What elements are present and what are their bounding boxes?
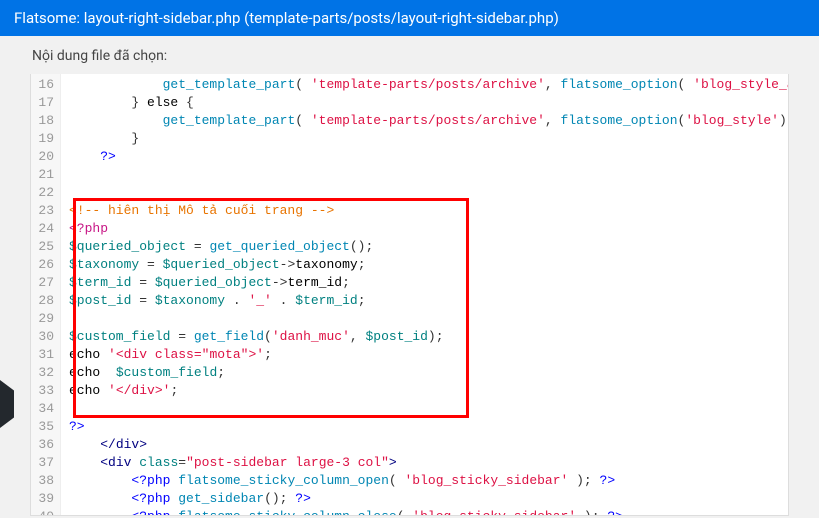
code-line[interactable]: [69, 400, 789, 418]
code-line[interactable]: $custom_field = get_field('danh_muc', $p…: [69, 328, 789, 346]
line-number: 17: [35, 94, 54, 112]
line-number: 34: [35, 400, 54, 418]
line-number: 29: [35, 310, 54, 328]
code-line[interactable]: [69, 310, 789, 328]
code-line[interactable]: $post_id = $taxonomy . '_' . $term_id;: [69, 292, 789, 310]
code-line[interactable]: <?php flatsome_sticky_column_open( 'blog…: [69, 472, 789, 490]
line-number: 38: [35, 472, 54, 490]
code-body[interactable]: get_template_part( 'template-parts/posts…: [61, 74, 789, 516]
line-number: 24: [35, 220, 54, 238]
code-line[interactable]: get_template_part( 'template-parts/posts…: [69, 76, 789, 94]
line-number: 28: [35, 292, 54, 310]
code-line[interactable]: $term_id = $queried_object->term_id;: [69, 274, 789, 292]
line-number: 23: [35, 202, 54, 220]
line-number: 27: [35, 274, 54, 292]
code-line[interactable]: <div class="post-sidebar large-3 col">: [69, 454, 789, 472]
line-number: 30: [35, 328, 54, 346]
code-line[interactable]: $queried_object = get_queried_object();: [69, 238, 789, 256]
code-line[interactable]: [69, 184, 789, 202]
line-number: 19: [35, 130, 54, 148]
line-number: 39: [35, 490, 54, 508]
line-number: 40: [35, 508, 54, 516]
line-number: 37: [35, 454, 54, 472]
line-number: 36: [35, 436, 54, 454]
code-line[interactable]: echo '<div class="mota">';: [69, 346, 789, 364]
code-line[interactable]: <?php get_sidebar(); ?>: [69, 490, 789, 508]
code-line[interactable]: $taxonomy = $queried_object->taxonomy;: [69, 256, 789, 274]
line-number: 16: [35, 76, 54, 94]
line-number: 25: [35, 238, 54, 256]
code-line[interactable]: ?>: [69, 148, 789, 166]
code-line[interactable]: ?>: [69, 418, 789, 436]
code-line[interactable]: <?php: [69, 220, 789, 238]
code-line[interactable]: [69, 166, 789, 184]
line-number: 20: [35, 148, 54, 166]
code-line[interactable]: <?php flatsome_sticky_column_close( 'blo…: [69, 508, 789, 516]
line-number: 32: [35, 364, 54, 382]
file-title: Flatsome: layout-right-sidebar.php (temp…: [14, 9, 559, 27]
code-line[interactable]: }: [69, 130, 789, 148]
line-number-gutter: 1617181920212223242526272829303132333435…: [31, 74, 61, 516]
code-line[interactable]: <!-- hiên thị Mô tả cuối trang -->: [69, 202, 789, 220]
line-number: 35: [35, 418, 54, 436]
line-number: 26: [35, 256, 54, 274]
code-line[interactable]: } else {: [69, 94, 789, 112]
file-header: Flatsome: layout-right-sidebar.php (temp…: [0, 0, 819, 36]
line-number: 33: [35, 382, 54, 400]
code-line[interactable]: echo '</div>';: [69, 382, 789, 400]
code-editor[interactable]: 1617181920212223242526272829303132333435…: [30, 74, 789, 516]
line-number: 18: [35, 112, 54, 130]
line-number: 22: [35, 184, 54, 202]
code-line[interactable]: </div>: [69, 436, 789, 454]
wp-collapse-tab[interactable]: [0, 380, 14, 428]
code-line[interactable]: echo $custom_field;: [69, 364, 789, 382]
line-number: 31: [35, 346, 54, 364]
code-line[interactable]: get_template_part( 'template-parts/posts…: [69, 112, 789, 130]
file-content-label: Nội dung file đã chọn:: [0, 36, 819, 74]
line-number: 21: [35, 166, 54, 184]
